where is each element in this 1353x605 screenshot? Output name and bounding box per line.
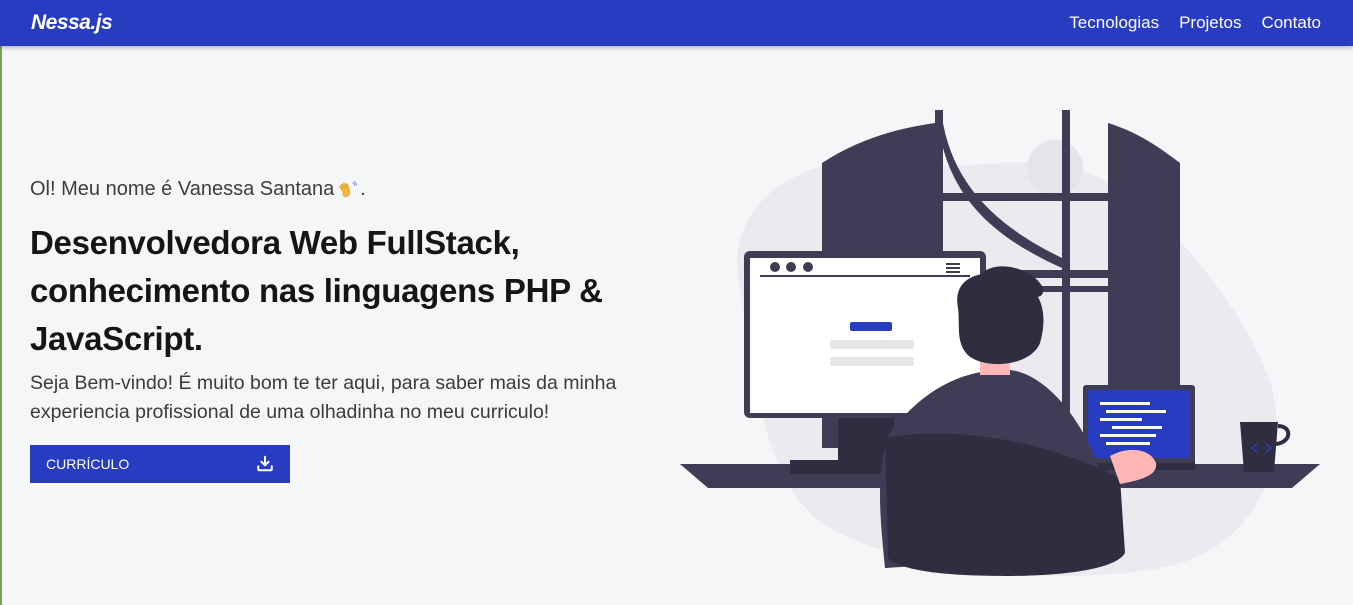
browser-menu-2 xyxy=(946,267,960,269)
browser-text-line-1 xyxy=(830,340,914,349)
window-bar-vertical-2 xyxy=(1062,110,1070,450)
coffee-mug xyxy=(1240,422,1278,472)
greeting-text: Ol! Meu nome é Vanessa Santana . xyxy=(30,178,650,201)
curriculo-download-button[interactable]: Currículo xyxy=(30,445,290,483)
nav-links: Tecnologias Projetos Contato xyxy=(1069,13,1321,33)
window-bar-horizontal-1 xyxy=(935,193,1108,201)
browser-dot-2 xyxy=(786,262,796,272)
headline-line-2: conhecimento nas linguagens PHP & xyxy=(30,272,603,309)
greeting-suffix: . xyxy=(360,178,366,200)
waving-hand-icon xyxy=(339,180,358,197)
browser-menu-1 xyxy=(946,263,960,265)
brand-logo[interactable]: Nessa.js xyxy=(31,11,113,35)
nav-link-projetos[interactable]: Projetos xyxy=(1179,13,1241,33)
browser-header-line xyxy=(760,275,970,277)
nav-link-tecnologias[interactable]: Tecnologias xyxy=(1069,13,1159,33)
browser-dot-1 xyxy=(770,262,780,272)
greeting-label: Ol! Meu nome é Vanessa Santana xyxy=(30,178,335,200)
coffee-mug-handle xyxy=(1275,424,1291,446)
browser-menu-3 xyxy=(946,271,960,273)
hero-headline: Desenvolvedora Web FullStack, conhecimen… xyxy=(30,219,650,363)
hero-intro: Seja Bem-vindo! É muito bom te ter aqui,… xyxy=(30,372,617,423)
laptop-screen xyxy=(1088,390,1190,458)
browser-text-line-2 xyxy=(830,357,914,366)
hero-section: Ol! Meu nome é Vanessa Santana . Desenvo… xyxy=(30,178,650,483)
top-navbar: Nessa.js Tecnologias Projetos Contato xyxy=(0,0,1353,46)
browser-dot-3 xyxy=(803,262,813,272)
download-icon xyxy=(257,455,273,472)
developer-illustration xyxy=(680,110,1320,576)
page-left-edge xyxy=(0,46,2,605)
nav-link-contato[interactable]: Contato xyxy=(1261,13,1321,33)
background-circle xyxy=(1027,140,1083,196)
browser-accent-bar xyxy=(850,322,892,331)
headline-line-1: Desenvolvedora Web FullStack, xyxy=(30,224,520,261)
curriculo-button-label: Currículo xyxy=(46,456,130,472)
headline-line-3: JavaScript. xyxy=(30,320,203,357)
